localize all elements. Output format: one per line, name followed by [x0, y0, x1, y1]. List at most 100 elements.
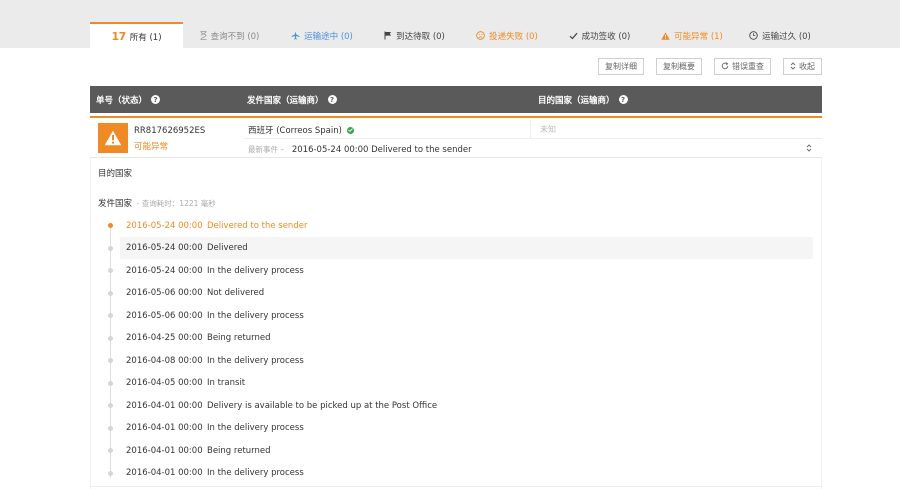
- timeline-dot: [108, 403, 113, 408]
- event-desc: Delivered: [207, 243, 248, 253]
- event-desc: Being returned: [207, 446, 271, 456]
- event-desc: In the delivery process: [207, 423, 304, 433]
- timeline-event: 2016-05-24 00:00 In the delivery process: [120, 260, 813, 282]
- timeline-dot: [108, 358, 113, 363]
- timeline-event: 2016-05-24 00:00 Delivered to the sender: [120, 215, 813, 237]
- event-time: 2016-05-24 00:00: [126, 243, 203, 253]
- hourglass-icon: [200, 31, 207, 40]
- timeline-dot: [108, 268, 113, 273]
- query-time: - 查询耗时：1221 毫秒: [136, 199, 216, 208]
- timeline-event: 2016-04-08 00:00 In the delivery process: [120, 350, 813, 372]
- tab-in-transit[interactable]: 运输途中 (0): [276, 22, 368, 49]
- event-time: 2016-05-06 00:00: [126, 311, 203, 321]
- help-icon[interactable]: ?: [151, 95, 161, 104]
- tab-label: 查询不到 (0): [210, 31, 260, 42]
- event-desc: Delivery is available to be picked up at…: [207, 401, 438, 411]
- divider: [90, 158, 91, 489]
- timeline-event: 2016-04-01 00:00 Delivery is available t…: [120, 395, 813, 417]
- tab-label: 可能异常 (1): [674, 31, 723, 42]
- timeline-dot: [108, 426, 113, 431]
- origin-section-label: 发件国家 - 查询耗时：1221 毫秒: [98, 197, 216, 209]
- copy-detail-button[interactable]: 复制详细: [598, 58, 644, 75]
- status-badge: 可能异常: [134, 142, 169, 152]
- tab-delivered[interactable]: 成功签收 (0): [553, 22, 646, 49]
- latest-event-text: 2016-05-24 00:00 Delivered to the sender: [291, 145, 472, 155]
- event-time: 2016-04-25 00:00: [126, 333, 203, 343]
- table-header: 单号（状态） ? 发件国家（运输商） ? 目的国家（运输商） ?: [90, 86, 822, 113]
- latest-event-label: 最新事件 –: [248, 145, 285, 154]
- flag-icon: [384, 31, 392, 40]
- clock-icon: [749, 31, 758, 40]
- tab-not-found[interactable]: 查询不到 (0): [183, 22, 276, 49]
- shipment-card[interactable]: RR817626952ES 可能异常 西班牙 (Correos Spain) 未…: [90, 116, 822, 158]
- timeline-event: 2016-04-01 00:00 In the delivery process: [120, 462, 813, 484]
- timeline-dot: [108, 448, 113, 453]
- tab-all[interactable]: 17 所有 (1): [90, 22, 183, 49]
- tab-expired[interactable]: 运输过久 (0): [738, 22, 822, 49]
- collapse-icon: [790, 61, 796, 72]
- event-time: 2016-05-06 00:00: [126, 288, 203, 298]
- copy-summary-button[interactable]: 复制概要: [656, 58, 702, 75]
- timeline-dot: [108, 291, 113, 296]
- timeline-dot: [108, 313, 113, 318]
- timeline-dot: [108, 246, 113, 251]
- divider: [821, 158, 822, 489]
- sad-face-icon: [476, 31, 485, 40]
- timeline-event: 2016-05-24 00:00 Delivered: [120, 237, 813, 259]
- event-time: 2016-05-24 00:00: [126, 221, 203, 231]
- divider: [90, 486, 822, 487]
- origin-label: 发件国家: [98, 199, 133, 209]
- event-desc: In the delivery process: [207, 311, 304, 321]
- event-time: 2016-04-01 00:00: [126, 401, 203, 411]
- tab-label: 到达待取 (0): [396, 31, 445, 42]
- header-label: 发件国家（运输商）: [247, 95, 324, 106]
- event-time: 2016-04-01 00:00: [126, 423, 203, 433]
- destination-carrier: 未知: [540, 125, 556, 134]
- timeline-event: 2016-04-01 00:00 Being returned: [120, 440, 813, 462]
- tab-label: 成功签收 (0): [581, 31, 631, 42]
- event-desc: In the delivery process: [207, 356, 304, 366]
- retry-errors-label: 错误重查: [732, 62, 764, 71]
- check-icon: [569, 32, 578, 40]
- divider: [530, 120, 531, 138]
- warning-icon: [661, 31, 670, 40]
- header-label: 目的国家（运输商）: [538, 95, 615, 106]
- event-desc: Being returned: [207, 333, 271, 343]
- timeline-line: [110, 225, 111, 478]
- help-icon[interactable]: ?: [327, 95, 337, 104]
- latest-event: 最新事件 – 2016-05-24 00:00 Delivered to the…: [248, 144, 472, 155]
- divider: [244, 138, 822, 139]
- timeline-event: 2016-05-06 00:00 Not delivered: [120, 282, 813, 304]
- tab-label: 运输过久 (0): [762, 31, 811, 42]
- tab-label: 运输途中 (0): [304, 31, 353, 42]
- timeline-dot: [108, 223, 113, 228]
- event-time: 2016-04-01 00:00: [126, 468, 203, 478]
- timeline-event: 2016-04-01 00:00 In the delivery process: [120, 417, 813, 439]
- event-time: 2016-04-01 00:00: [126, 446, 203, 456]
- tab-label: 投递失败 (0): [489, 31, 538, 42]
- expand-toggle-icon[interactable]: [806, 144, 812, 154]
- tab-delivery-failed[interactable]: 投递失败 (0): [461, 22, 553, 49]
- header-origin-country: 发件国家（运输商） ?: [247, 86, 337, 113]
- tab-awaiting-pickup[interactable]: 到达待取 (0): [368, 22, 461, 49]
- retry-errors-button[interactable]: 错误重查: [714, 58, 771, 75]
- timeline-event: 2016-05-06 00:00 In the delivery process: [120, 305, 813, 327]
- tracking-number[interactable]: RR817626952ES: [134, 126, 205, 136]
- timeline-dot: [108, 381, 113, 386]
- plane-icon: [291, 31, 300, 40]
- collapse-button[interactable]: 收起: [783, 58, 822, 75]
- timeline-dot: [108, 336, 113, 341]
- event-time: 2016-05-24 00:00: [126, 266, 203, 276]
- alert-status-icon: [98, 123, 128, 153]
- tab-label: 所有 (1): [129, 32, 162, 43]
- event-desc: Delivered to the sender: [207, 221, 308, 231]
- header-number-status: 单号（状态） ?: [96, 86, 161, 113]
- 17track-logo: 17: [111, 30, 126, 43]
- help-icon[interactable]: ?: [618, 95, 628, 104]
- tab-alert[interactable]: 可能异常 (1): [646, 22, 738, 49]
- event-desc: Not delivered: [207, 288, 265, 298]
- origin-carrier[interactable]: 西班牙 (Correos Spain): [248, 124, 354, 136]
- event-desc: In the delivery process: [207, 266, 304, 276]
- event-desc: In transit: [207, 378, 246, 388]
- timeline-event: 2016-04-25 00:00 Being returned: [120, 327, 813, 349]
